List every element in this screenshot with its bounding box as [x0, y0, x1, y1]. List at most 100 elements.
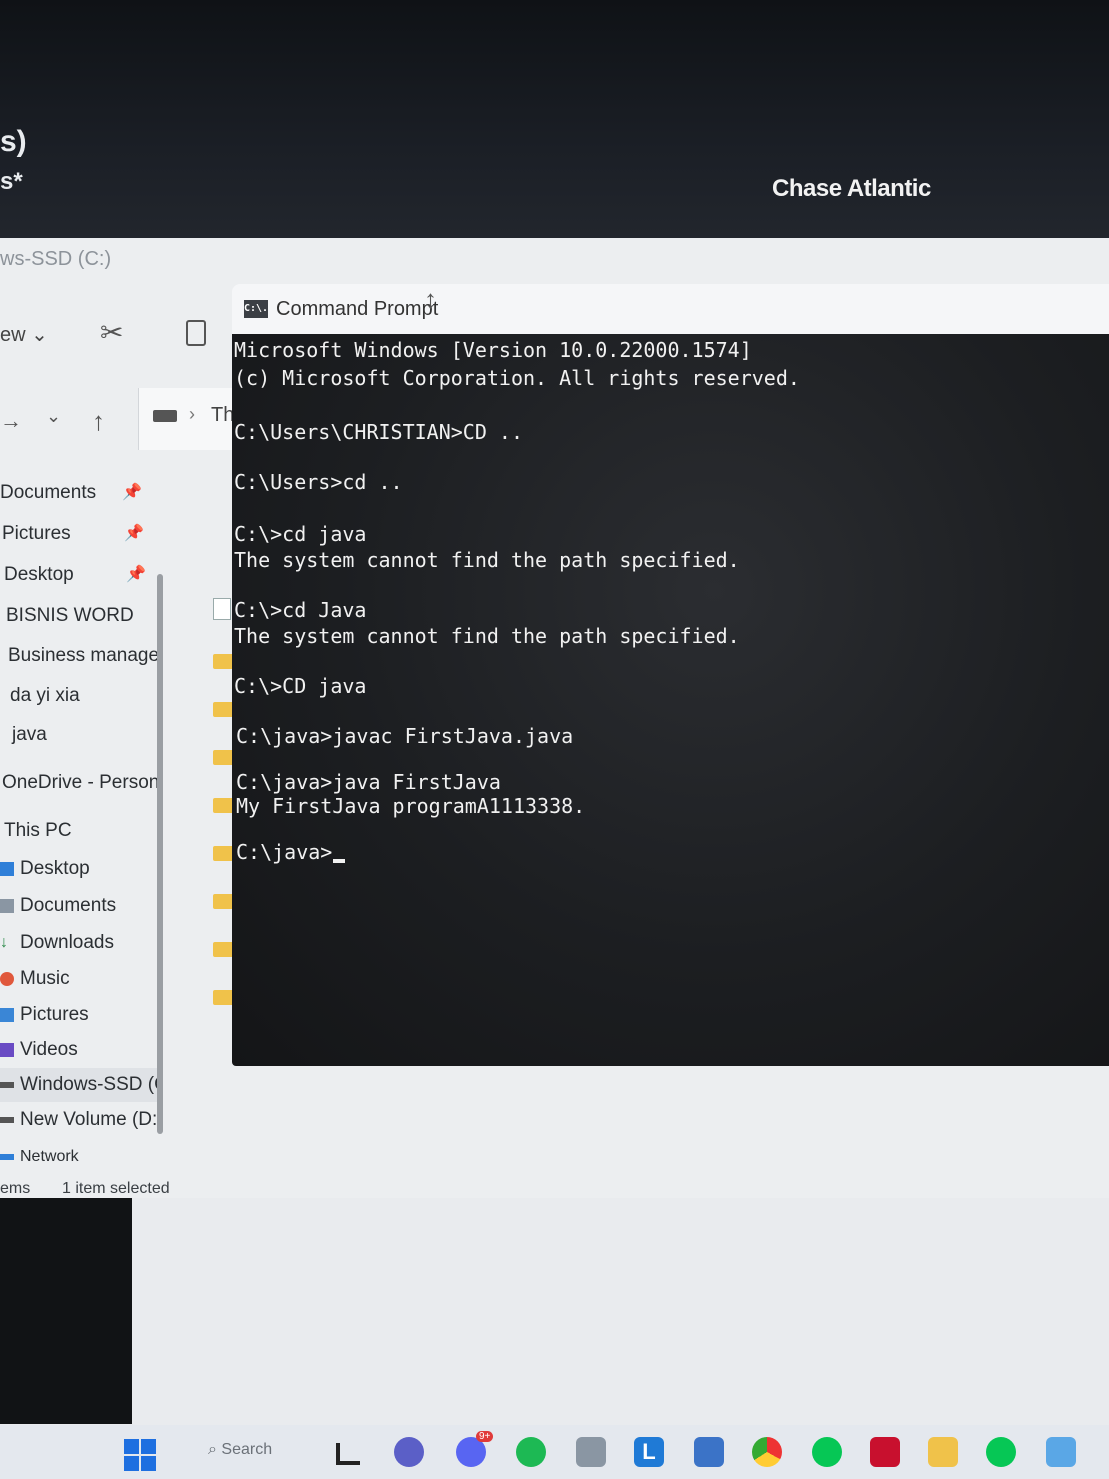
- l-app-icon[interactable]: L: [634, 1437, 664, 1467]
- cmd-titlebar[interactable]: C:\. Command Prompt ↕: [232, 284, 1109, 334]
- nav-item-label: This PC: [4, 820, 72, 841]
- cut-icon[interactable]: ✂: [100, 316, 123, 349]
- breadcrumb[interactable]: Th: [211, 404, 234, 427]
- console-line: C:\>cd java: [234, 522, 367, 546]
- discord-icon[interactable]: 9+: [456, 1431, 494, 1467]
- windows-logo-tile: [141, 1456, 156, 1471]
- notepad-icon[interactable]: [1046, 1437, 1076, 1467]
- cmd-console-output[interactable]: Microsoft Windows [Version 10.0.22000.15…: [232, 334, 1109, 1066]
- taskbar-search[interactable]: ⌕ Search: [208, 1441, 272, 1459]
- nav-item-label: Business manage: [8, 645, 160, 666]
- nav-item-java[interactable]: java: [12, 718, 160, 752]
- explorer-window-title: ws-SSD (C:): [0, 248, 112, 270]
- drive-icon: [0, 1081, 14, 1088]
- notification-badge: 9+: [476, 1431, 494, 1442]
- nav-item-downloads[interactable]: ↓ Downloads: [0, 926, 160, 960]
- nav-item-label: Desktop: [4, 564, 74, 585]
- console-prompt-line[interactable]: C:\java>: [236, 840, 346, 864]
- task-view-icon[interactable]: [332, 1437, 362, 1467]
- nav-item-windows-ssd[interactable]: Windows-SSD (C: [0, 1068, 160, 1102]
- mouse-cursor-icon: ↕: [424, 284, 437, 314]
- nav-item-onedrive[interactable]: OneDrive - Person: [2, 766, 160, 800]
- explorer-status-bar: ems 1 item selected: [0, 1176, 300, 1200]
- status-selection: 1 item selected: [62, 1180, 170, 1197]
- nav-item-videos[interactable]: Videos: [0, 1033, 160, 1067]
- file-icon[interactable]: [213, 598, 231, 620]
- nav-item-label: Pictures: [2, 523, 71, 544]
- nav-item-music[interactable]: Music: [0, 962, 160, 996]
- nav-item-label: Videos: [20, 1039, 78, 1060]
- nav-item-bisnis-word[interactable]: BISNIS WORD: [6, 599, 160, 633]
- command-prompt-window[interactable]: C:\. Command Prompt ↕ Microsoft Windows …: [232, 284, 1109, 1066]
- teams-video-icon[interactable]: [394, 1437, 424, 1467]
- console-line: C:\>cd Java: [234, 598, 367, 622]
- console-prompt: C:\java>: [236, 840, 333, 864]
- copy-icon[interactable]: [186, 320, 206, 346]
- pin-icon: 📌: [122, 484, 142, 501]
- nav-item-label: Documents: [20, 895, 117, 916]
- recent-locations-chevron-icon[interactable]: ⌄: [46, 406, 61, 427]
- console-line: Microsoft Windows [Version 10.0.22000.15…: [234, 338, 752, 362]
- network-icon: [0, 1153, 14, 1160]
- windows-logo-tile: [141, 1439, 156, 1454]
- nav-item-pictures[interactable]: Pictures: [0, 998, 160, 1032]
- navigation-pane: Documents 📌 Pictures 📌 Desktop 📌 BISNIS WOR…: [0, 476, 160, 1166]
- music-icon: [0, 971, 14, 986]
- nav-item-label: OneDrive - Person: [2, 772, 160, 793]
- forward-arrow-icon[interactable]: →: [0, 408, 22, 434]
- nav-item-documents-quick[interactable]: Documents 📌: [0, 476, 160, 510]
- nav-item-da-yi-xia[interactable]: da yi xia: [10, 679, 160, 713]
- console-line: C:\java>java FirstJava: [236, 770, 501, 794]
- mcafee-icon[interactable]: [870, 1437, 900, 1467]
- network-app-icon[interactable]: [694, 1437, 724, 1467]
- nav-item-label: Music: [20, 968, 70, 989]
- file-list-strip: [205, 578, 235, 1278]
- explorer-toolbar: ew ⌄ ✂: [0, 298, 230, 368]
- desktop-background: [0, 1198, 1109, 1428]
- nav-item-label: Pictures: [20, 1004, 89, 1025]
- status-item-count: ems: [0, 1180, 31, 1197]
- navigation-scrollbar[interactable]: [157, 574, 163, 1134]
- nav-item-network[interactable]: Network: [0, 1140, 160, 1166]
- taskbar: ⌕ Search 9+ L: [0, 1425, 1109, 1479]
- up-arrow-icon[interactable]: ↑: [92, 406, 105, 437]
- spotify-icon[interactable]: [516, 1437, 546, 1467]
- nav-item-label: Network: [20, 1148, 79, 1165]
- console-line: The system cannot find the path specifie…: [234, 548, 740, 572]
- wallpaper-text-top: s): [0, 125, 27, 158]
- line-icon[interactable]: [986, 1437, 1016, 1467]
- cmd-app-icon: C:\.: [244, 300, 268, 318]
- pin-icon: 📌: [124, 525, 144, 542]
- camera-icon[interactable]: [576, 1437, 606, 1467]
- nav-item-pictures-quick[interactable]: Pictures 📌: [2, 517, 160, 551]
- nav-item-desktop[interactable]: Desktop: [0, 852, 160, 886]
- chrome-icon[interactable]: [752, 1437, 782, 1467]
- windows-logo-tile: [124, 1456, 139, 1471]
- nav-item-label: Desktop: [20, 858, 90, 879]
- address-bar[interactable]: › Th: [138, 388, 239, 450]
- nav-item-this-pc[interactable]: This PC: [4, 814, 160, 848]
- start-button[interactable]: [124, 1439, 156, 1471]
- line-icon[interactable]: [812, 1437, 842, 1467]
- videos-icon: [0, 1042, 14, 1057]
- documents-icon: [0, 898, 14, 913]
- cmd-window-title: Command Prompt: [276, 298, 439, 320]
- nav-item-new-volume[interactable]: New Volume (D:: [0, 1103, 160, 1137]
- console-line: C:\java>javac FirstJava.java: [236, 724, 574, 748]
- desktop-wallpaper: s) s* Chase Atlantic: [0, 0, 1109, 250]
- text-caret: [333, 859, 346, 863]
- nav-item-label: BISNIS WORD: [6, 605, 134, 626]
- nav-item-label: Windows-SSD (C: [20, 1074, 160, 1095]
- search-label: Search: [221, 1441, 273, 1458]
- console-line: My FirstJava programA1113338.: [236, 794, 586, 818]
- pin-icon: 📌: [126, 566, 146, 583]
- windows-logo-tile: [124, 1439, 139, 1454]
- nav-item-documents[interactable]: Documents: [0, 889, 160, 923]
- nav-item-desktop-quick[interactable]: Desktop 📌: [4, 558, 160, 592]
- folder-icon[interactable]: [928, 1437, 958, 1467]
- pictures-icon: [0, 1007, 14, 1022]
- view-menu-button[interactable]: ew ⌄: [0, 322, 48, 347]
- nav-item-business-manage[interactable]: Business manage: [8, 639, 160, 673]
- console-line: C:\Users\CHRISTIAN>CD ..: [234, 420, 523, 444]
- background-window-dark: [0, 1198, 132, 1424]
